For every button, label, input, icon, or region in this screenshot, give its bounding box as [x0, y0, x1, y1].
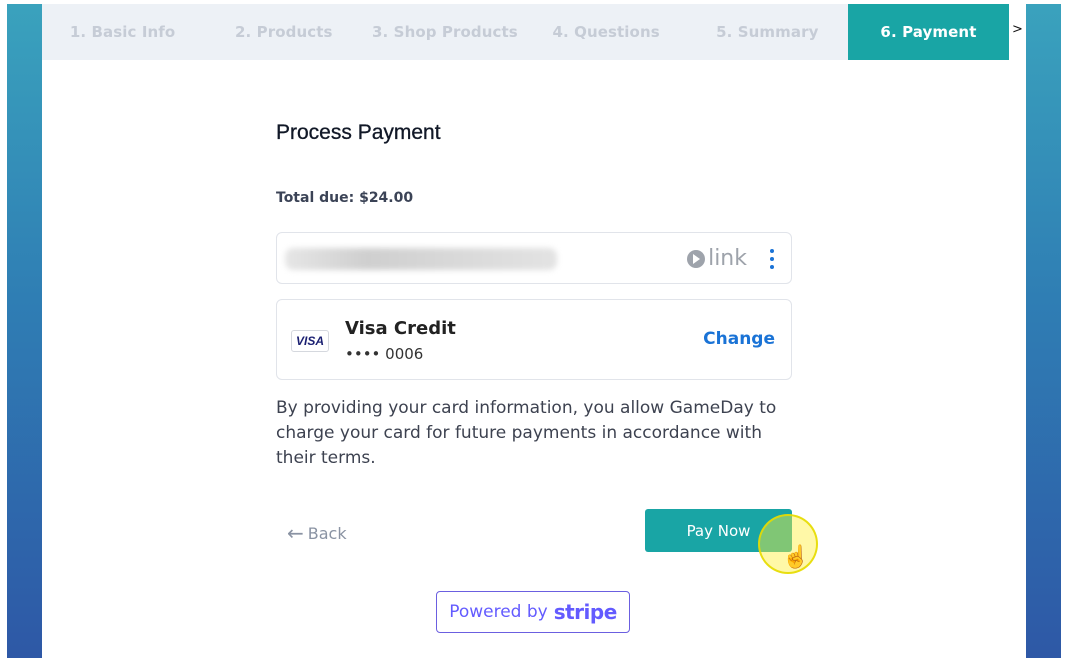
card-name: Visa Credit — [345, 318, 456, 339]
link-play-icon — [687, 249, 706, 268]
stripe-logo: stripe — [553, 600, 618, 624]
redacted-email — [285, 248, 557, 270]
link-account-field[interactable]: link — [276, 232, 792, 284]
step-payment[interactable]: 6. Payment — [847, 4, 1010, 60]
step-questions[interactable]: 4. Questions — [526, 4, 687, 60]
card-number: •••• 0006 — [345, 345, 424, 363]
back-label: Back — [307, 523, 347, 543]
hand-cursor-icon: ☝ — [782, 544, 810, 569]
step-summary[interactable]: 5. Summary — [687, 4, 848, 60]
back-button[interactable]: ← Back — [287, 521, 347, 545]
left-decorative-band — [7, 4, 42, 658]
link-logo: link — [687, 246, 747, 271]
step-basic-info[interactable]: 1. Basic Info — [42, 4, 203, 60]
right-decorative-band — [1026, 4, 1061, 658]
step-shop-products[interactable]: 3. Shop Products — [364, 4, 525, 60]
powered-by-stripe-badge[interactable]: Powered by stripe — [436, 591, 630, 633]
link-logo-text: link — [708, 246, 747, 271]
powered-prefix: Powered by — [449, 602, 548, 622]
change-card-link[interactable]: Change — [703, 329, 775, 349]
checkout-panel: 1. Basic Info 2. Products 3. Shop Produc… — [42, 4, 1026, 658]
checkout-stepper: 1. Basic Info 2. Products 3. Shop Produc… — [42, 4, 1010, 60]
visa-logo-icon: VISA — [291, 330, 329, 352]
arrow-left-icon: ← — [287, 521, 304, 545]
saved-card: VISA Visa Credit •••• 0006 Change — [276, 299, 792, 380]
page-title: Process Payment — [276, 121, 441, 144]
total-due: Total due: $24.00 — [276, 190, 414, 206]
stepper-next-arrow[interactable]: > — [1012, 22, 1023, 37]
card-terms-text: By providing your card information, you … — [276, 398, 777, 468]
kebab-menu-icon[interactable] — [769, 249, 775, 269]
step-products[interactable]: 2. Products — [203, 4, 364, 60]
